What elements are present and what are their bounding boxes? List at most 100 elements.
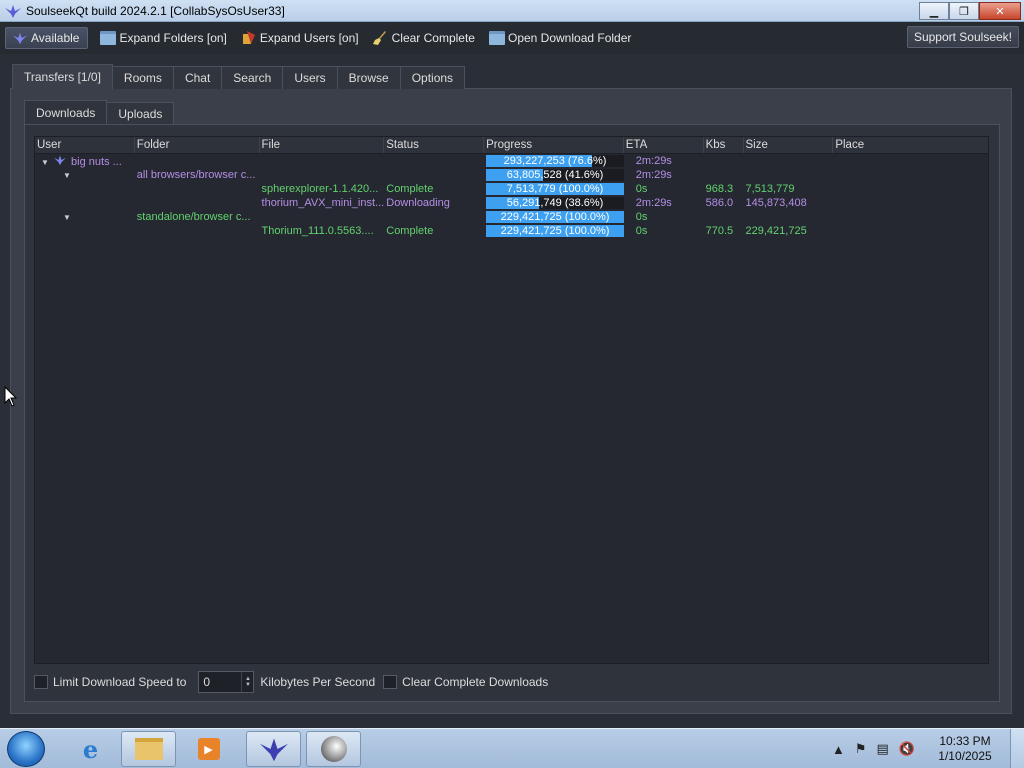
limit-speed-checkbox[interactable]: [34, 675, 48, 689]
table-row[interactable]: ▼ standalone/browser c... 229,421,725 (100…: [35, 210, 988, 224]
cell-size: [744, 210, 834, 224]
cell-file: Thorium_111.0.5563....: [261, 225, 374, 237]
taskbar-app[interactable]: [306, 731, 361, 767]
start-button[interactable]: [7, 731, 45, 767]
taskbar-soulseek[interactable]: [246, 731, 301, 767]
folder-icon: [100, 31, 117, 45]
column-eta[interactable]: ETA: [624, 137, 704, 153]
progress-text: 293,227,253 (76.6%): [503, 155, 607, 167]
cell-folder: [135, 196, 260, 210]
tab-options[interactable]: Options: [399, 66, 466, 89]
maximize-button[interactable]: ❐: [949, 2, 979, 20]
tab-rooms[interactable]: Rooms: [111, 66, 174, 89]
title-bar: SoulseekQt build 2024.2.1 [CollabSysOsUs…: [0, 0, 1024, 22]
taskbar-ie[interactable]: e: [63, 731, 118, 767]
spinbox-arrows[interactable]: ▲ ▼: [241, 672, 253, 692]
speed-limit-value: 0: [203, 675, 211, 689]
cell-user: [35, 182, 135, 196]
minimize-button[interactable]: ▁: [919, 2, 949, 20]
cell-eta: 2m:29s: [635, 169, 672, 181]
show-hidden-icons-icon[interactable]: ▲: [832, 742, 845, 757]
cell-progress: 229,421,725 (100.0%): [484, 210, 624, 224]
progress-bar: 63,805,528 (41.6%): [486, 169, 624, 181]
available-button[interactable]: Available: [5, 27, 89, 49]
column-kbs[interactable]: Kbs: [704, 137, 744, 153]
cell-progress: 293,227,253 (76.6%): [484, 154, 624, 168]
column-status[interactable]: Status: [384, 137, 485, 153]
clock[interactable]: 10:33 PM 1/10/2025: [920, 734, 1010, 764]
media-player-icon: ▶: [197, 738, 220, 760]
soulseek-bird-icon: [13, 32, 27, 45]
close-button[interactable]: ✕: [979, 2, 1021, 20]
cell-size: 7,513,779: [745, 183, 795, 195]
mouse-cursor-icon: [4, 386, 18, 407]
column-size[interactable]: Size: [744, 137, 834, 153]
soulseek-bird-icon: [259, 738, 288, 762]
cell-place: [833, 154, 988, 168]
cell-size: [744, 168, 834, 182]
clear-complete-button[interactable]: Clear Complete: [369, 27, 483, 49]
volume-muted-icon[interactable]: 🔇: [899, 741, 915, 757]
cell-status: Complete: [386, 183, 434, 195]
spin-down-icon[interactable]: ▼: [245, 682, 251, 688]
clock-time: 10:33 PM: [939, 734, 991, 748]
available-label: Available: [31, 31, 80, 45]
support-soulseek-button[interactable]: Support Soulseek!: [906, 26, 1019, 48]
tab-search[interactable]: Search: [221, 66, 284, 89]
taskbar-media-player[interactable]: ▶: [181, 731, 236, 767]
progress-text: 7,513,779 (100.0%): [506, 183, 604, 195]
tab-downloads[interactable]: Downloads: [24, 100, 108, 124]
cell-kbs: [704, 210, 744, 224]
table-row[interactable]: ▼ all browsers/browser c... 63,805,528 (41…: [35, 168, 988, 182]
table-row[interactable]: thorium_AVX_mini_inst... Downloading 56,29…: [35, 196, 988, 210]
cell-file: spherexplorer-1.1.420...: [261, 183, 379, 195]
table-row[interactable]: Thorium_111.0.5563.... Complete 229,421,72…: [35, 224, 988, 238]
cell-file: [260, 154, 385, 168]
cell-file: thorium_AVX_mini_inst...: [261, 197, 385, 209]
tab-browse[interactable]: Browse: [336, 66, 401, 89]
cell-file: [260, 168, 385, 182]
cell-folder: [135, 224, 260, 238]
tab-chat[interactable]: Chat: [172, 66, 223, 89]
cell-progress: 229,421,725 (100.0%): [484, 224, 624, 238]
cell-user: ▼ big nuts ...: [35, 154, 135, 168]
table-row[interactable]: spherexplorer-1.1.420... Complete 7,513,77…: [35, 182, 988, 196]
column-folder[interactable]: Folder: [135, 137, 260, 153]
cell-place: [833, 182, 988, 196]
tab-transfers[interactable]: Transfers [1/0]: [12, 64, 113, 89]
collapse-arrow-icon[interactable]: ▼: [41, 156, 49, 168]
internet-explorer-icon: e: [82, 734, 99, 764]
cell-folder: [135, 154, 260, 168]
transfers-table[interactable]: User Folder File Status Progress ETA Kbs…: [34, 136, 989, 664]
table-row[interactable]: ▼ big nuts ... 293,227,253 (76.6%) 2m:29s: [35, 154, 988, 168]
cell-user: [35, 224, 135, 238]
cell-folder: all browsers/browser c...: [136, 169, 256, 181]
soulseek-bird-icon: [5, 4, 21, 18]
clear-complete-downloads-checkbox[interactable]: [383, 675, 398, 689]
expand-users-button[interactable]: Expand Users [on]: [237, 27, 367, 49]
network-icon[interactable]: ▤: [877, 741, 889, 757]
expand-folders-button[interactable]: Expand Folders [on]: [96, 27, 234, 49]
collapse-arrow-icon[interactable]: ▼: [63, 211, 71, 224]
collapse-arrow-icon[interactable]: ▼: [63, 169, 71, 182]
tab-users[interactable]: Users: [282, 66, 338, 89]
cell-eta: 0s: [635, 183, 648, 195]
tab-uploads[interactable]: Uploads: [106, 102, 175, 124]
column-user[interactable]: User: [35, 137, 135, 153]
cell-kbs: 770.5: [705, 225, 734, 237]
taskbar-explorer[interactable]: [121, 731, 176, 767]
show-desktop-button[interactable]: [1010, 729, 1024, 768]
column-file[interactable]: File: [260, 137, 385, 153]
progress-bar: 229,421,725 (100.0%): [486, 211, 624, 223]
download-options: Limit Download Speed to 0 ▲ ▼ Kilobytes P…: [34, 671, 989, 693]
column-place[interactable]: Place: [833, 137, 988, 153]
open-download-folder-button[interactable]: Open Download Folder: [485, 27, 639, 49]
clear-complete-label: Clear Complete: [391, 31, 475, 45]
table-body: ▼ big nuts ... 293,227,253 (76.6%) 2m:29s ▼…: [35, 154, 988, 238]
cell-kbs: [704, 154, 744, 168]
column-progress[interactable]: Progress: [484, 137, 624, 153]
open-download-folder-label: Open Download Folder: [507, 31, 632, 45]
speed-limit-spinbox[interactable]: 0 ▲ ▼: [198, 671, 255, 693]
action-center-flag-icon[interactable]: ⚑: [855, 741, 867, 757]
cell-size: 145,873,408: [745, 197, 807, 209]
